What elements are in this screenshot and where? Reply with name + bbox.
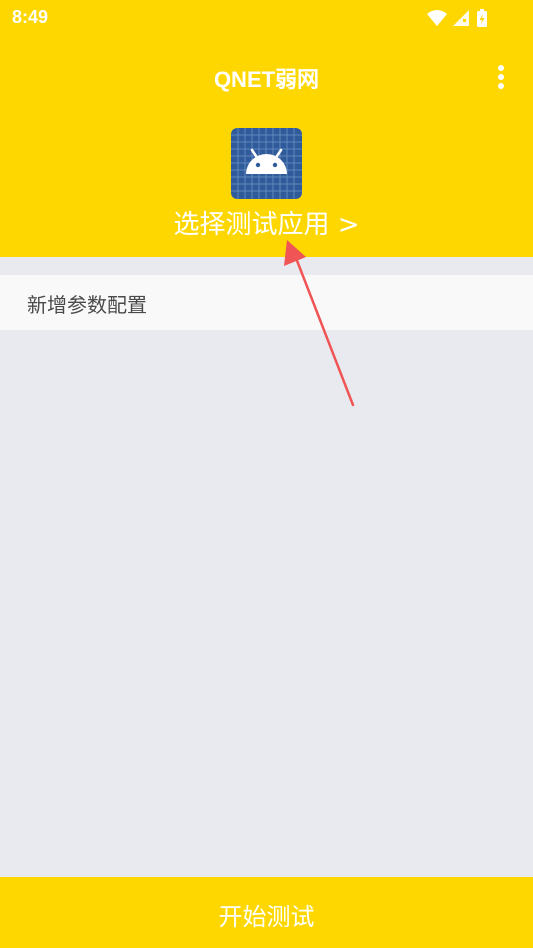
android-icon: [231, 128, 302, 199]
more-vert-icon: [498, 65, 504, 89]
selected-app-icon[interactable]: [231, 128, 302, 199]
status-time: 8:49: [12, 7, 49, 27]
status-bar: 8:49: [0, 0, 533, 36]
app-title: QNET弱网: [213, 67, 320, 92]
wifi-icon: [427, 10, 447, 26]
add-config-item[interactable]: 新增参数配置: [0, 275, 533, 330]
header: 8:49 QNET弱网 选择测试应用 >: [0, 0, 533, 257]
battery-icon: [477, 9, 487, 27]
start-test-button[interactable]: 开始测试: [0, 877, 533, 948]
signal-icon: [453, 10, 469, 26]
select-test-app-button[interactable]: 选择测试应用 >: [0, 204, 533, 241]
add-config-label: 新增参数配置: [27, 293, 147, 317]
status-icons: [427, 9, 487, 27]
start-test-label: 开始测试: [218, 903, 315, 931]
more-options-button[interactable]: [489, 62, 513, 94]
